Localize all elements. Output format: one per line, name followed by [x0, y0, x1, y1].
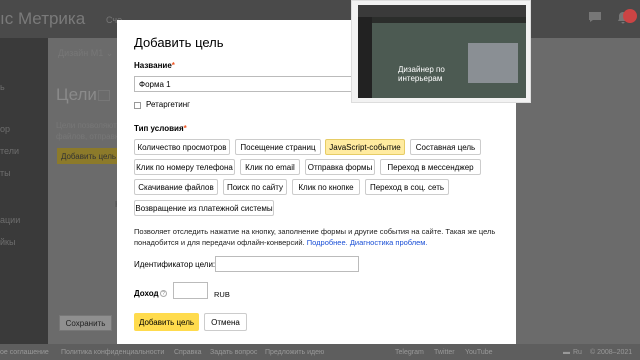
user-avatar[interactable] [623, 9, 637, 23]
sidebar-item[interactable]: тели [0, 146, 19, 156]
footer-link-privacy[interactable]: Политика конфиденциальности [61, 349, 164, 356]
add-goal-button[interactable]: Добавить цель [134, 313, 199, 331]
chat-icon[interactable] [586, 8, 604, 26]
footer-link-telegram[interactable]: Telegram [395, 349, 424, 356]
diagnostics-link[interactable]: Диагностика проблем. [350, 238, 428, 247]
footer-link-twitter[interactable]: Twitter [434, 349, 455, 356]
video-site-sidebar [358, 17, 372, 98]
video-frame: Дизайнер по интерьерам [358, 5, 526, 98]
condition-type-label: Тип условия* [134, 124, 187, 133]
copyright: © 2008–2021 [590, 348, 633, 356]
income-label: Доход [134, 289, 159, 298]
more-link[interactable]: Подробнее. [307, 238, 348, 247]
condition-email-click[interactable]: Клик по email [240, 159, 300, 175]
condition-file-download[interactable]: Скачивание файлов [134, 179, 218, 195]
sidebar-item[interactable]: ты [0, 168, 11, 178]
sidebar-item[interactable]: ации [0, 215, 20, 225]
sidebar-item[interactable]: ь [0, 82, 5, 92]
cancel-button[interactable]: Отмена [204, 313, 247, 331]
condition-payment-return[interactable]: Возвращение из платежной системы [134, 200, 274, 216]
footer-link-agreement[interactable]: ое соглашение [0, 349, 49, 356]
retargeting-label[interactable]: Ретаргетинг [146, 100, 190, 109]
condition-button-click[interactable]: Клик по кнопке [292, 179, 360, 195]
condition-js-event[interactable]: JavaScript-событие [325, 139, 405, 155]
sidebar-item[interactable]: ор [0, 124, 10, 134]
goal-id-label: Идентификатор цели: [134, 260, 216, 269]
condition-phone-click[interactable]: Клик по номеру телефона [134, 159, 235, 175]
video-site-header [358, 5, 526, 17]
required-mark: * [171, 61, 175, 70]
goal-id-input[interactable] [215, 256, 359, 272]
condition-type-text: Тип условия [134, 124, 184, 133]
required-mark: * [183, 124, 187, 133]
footer-link-youtube[interactable]: YouTube [465, 349, 493, 356]
footer-link-help[interactable]: Справка [174, 349, 201, 356]
name-label-text: Название [134, 61, 172, 70]
counter-selector[interactable]: Дизайн М1 ⌄ [58, 48, 113, 59]
condition-messenger[interactable]: Переход в мессенджер [380, 159, 481, 175]
help-icon[interactable]: ? [160, 290, 167, 297]
book-icon[interactable] [98, 90, 110, 101]
language-switch[interactable]: Ru [573, 349, 582, 356]
sidebar-item[interactable]: йкы [0, 237, 15, 247]
footer: ое соглашение Политика конфиденциальност… [0, 344, 640, 360]
condition-composite[interactable]: Составная цель [410, 139, 481, 155]
condition-description: Позволяет отследить нажатие на кнопку, з… [134, 226, 509, 248]
chevron-down-icon: ⌄ [105, 48, 114, 58]
footer-link-ask[interactable]: Задать вопрос [210, 349, 257, 356]
save-button[interactable]: Сохранить [59, 315, 112, 331]
counter-name: Дизайн М1 [58, 48, 104, 58]
condition-site-search[interactable]: Поиск по сайту [223, 179, 287, 195]
income-input[interactable] [173, 282, 208, 299]
condition-social[interactable]: Переход в соц. сеть [365, 179, 449, 195]
condition-page-visits[interactable]: Посещение страниц [235, 139, 321, 155]
video-hero-text: Дизайнер по интерьерам [398, 65, 445, 83]
goal-name-input[interactable]: Форма 1 [134, 76, 383, 92]
add-goal-button-bg[interactable]: Добавить цель [57, 148, 120, 164]
metrika-logo[interactable]: ıс Метрика [0, 9, 85, 29]
flag-icon: ▬ [563, 348, 570, 356]
video-room-image [468, 43, 518, 83]
page-title: Цели [56, 85, 97, 104]
condition-form-submit[interactable]: Отправка формы [305, 159, 375, 175]
currency-label: RUB [214, 290, 230, 299]
name-label: Название* [134, 61, 175, 70]
footer-link-idea[interactable]: Предложить идею [265, 349, 324, 356]
retargeting-checkbox[interactable] [134, 102, 141, 109]
condition-views[interactable]: Количество просмотров [134, 139, 230, 155]
sidebar: ь ор тели ты ации йкы [0, 38, 48, 344]
modal-title: Добавить цель [134, 35, 224, 50]
video-preview-overlay[interactable]: Дизайнер по интерьерам [351, 0, 531, 103]
